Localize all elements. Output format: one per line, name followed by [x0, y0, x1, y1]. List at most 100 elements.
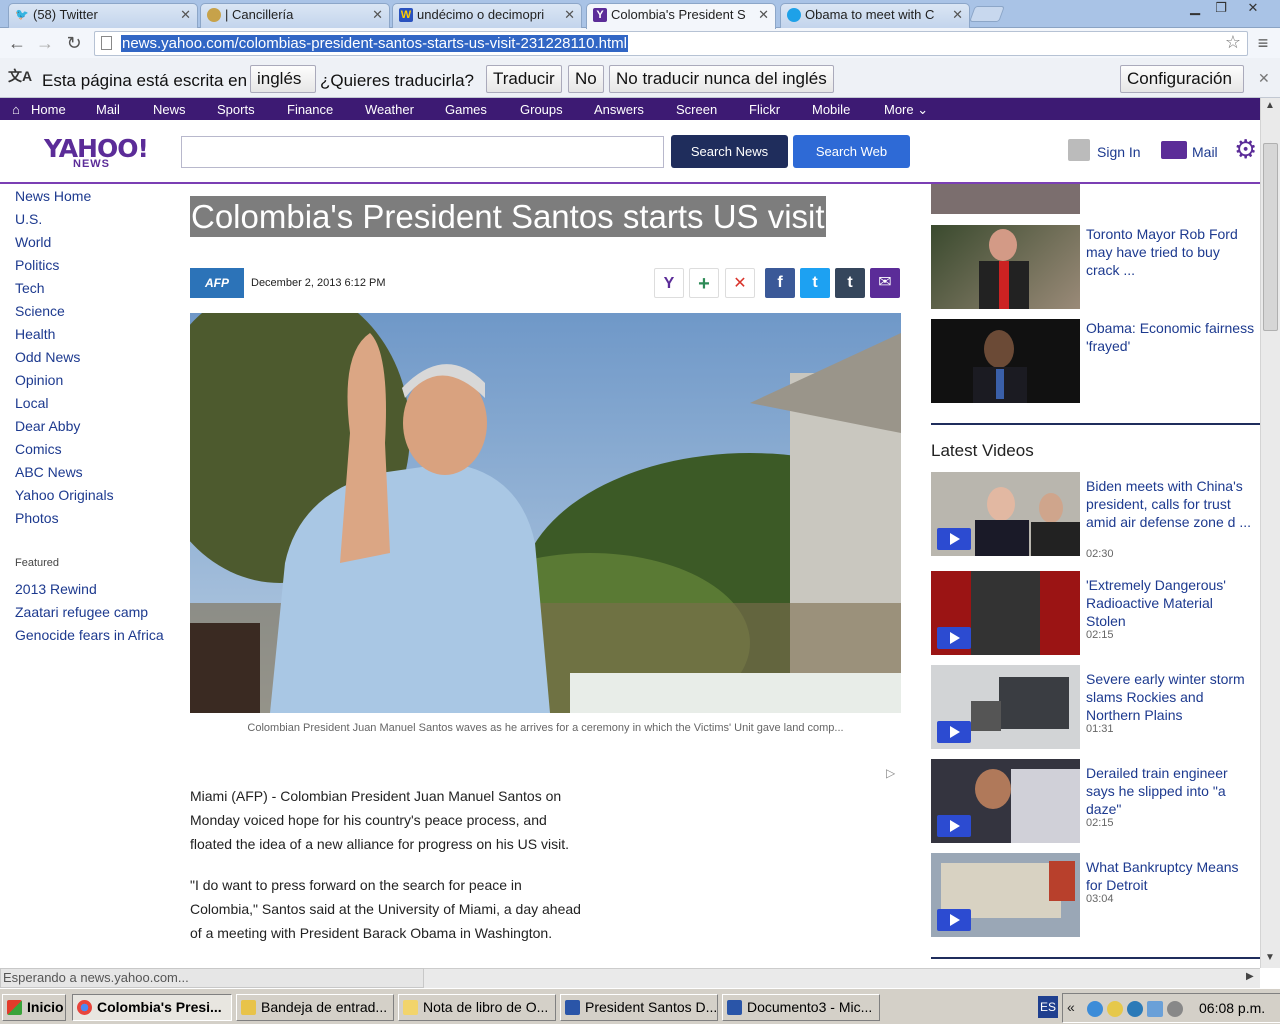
- star-icon[interactable]: ☆: [1225, 32, 1241, 53]
- left-nav-item[interactable]: Comics: [15, 441, 62, 457]
- left-nav-item[interactable]: News Home: [15, 188, 91, 204]
- no-translate-button[interactable]: No: [568, 65, 604, 93]
- left-nav-item[interactable]: Opinion: [15, 372, 63, 388]
- story-title[interactable]: Obama: Economic fairness 'frayed': [1086, 319, 1256, 355]
- afp-logo[interactable]: AFP: [190, 268, 244, 298]
- play-icon[interactable]: [937, 627, 971, 649]
- nav-screen[interactable]: Screen: [676, 102, 717, 117]
- language-select[interactable]: inglés ▾: [250, 65, 316, 114]
- close-icon[interactable]: ✕: [952, 4, 963, 26]
- close-icon[interactable]: ✕: [180, 4, 191, 26]
- scroll-down-icon[interactable]: ▼: [1265, 952, 1275, 963]
- left-nav-item[interactable]: Photos: [15, 510, 59, 526]
- tray-expand-icon[interactable]: «: [1067, 999, 1075, 1015]
- sign-in-link[interactable]: Sign In: [1097, 144, 1141, 160]
- play-icon[interactable]: [937, 815, 971, 837]
- tray-monitor-icon[interactable]: [1147, 1001, 1163, 1017]
- menu-icon[interactable]: ≡: [1252, 32, 1274, 54]
- video-title[interactable]: Biden meets with China's president, call…: [1086, 477, 1256, 531]
- video-title[interactable]: Derailed train engineer says he slipped …: [1086, 764, 1256, 818]
- nav-news[interactable]: News: [153, 102, 186, 117]
- nav-weather[interactable]: Weather: [365, 102, 414, 117]
- left-nav-item[interactable]: Odd News: [15, 349, 80, 365]
- video-thumbnail[interactable]: [931, 759, 1080, 843]
- twitter-share-icon[interactable]: t: [800, 268, 830, 298]
- dismiss-icon[interactable]: ✕: [725, 268, 755, 298]
- scroll-right-icon[interactable]: ▶: [1246, 971, 1254, 982]
- featured-item[interactable]: Genocide fears in Africa: [15, 627, 164, 643]
- left-nav-item[interactable]: Tech: [15, 280, 45, 296]
- tray-mail-icon[interactable]: [1107, 1001, 1123, 1017]
- language-indicator[interactable]: ES: [1038, 996, 1058, 1018]
- video-thumbnail[interactable]: [931, 472, 1080, 556]
- video-thumbnail[interactable]: [931, 665, 1080, 749]
- nav-home[interactable]: Home: [31, 102, 66, 117]
- maximize-icon[interactable]: ❐: [1208, 0, 1234, 18]
- story-thumbnail[interactable]: [931, 319, 1080, 403]
- translate-button[interactable]: Traducir: [486, 65, 562, 93]
- nav-groups[interactable]: Groups: [520, 102, 563, 117]
- yahoo-share-icon[interactable]: Y: [654, 268, 684, 298]
- horizontal-scrollbar[interactable]: ▶: [424, 968, 1260, 988]
- left-nav-item[interactable]: Health: [15, 326, 55, 342]
- nav-answers[interactable]: Answers: [594, 102, 644, 117]
- left-nav-item[interactable]: Yahoo Originals: [15, 487, 114, 503]
- video-thumbnail[interactable]: [931, 571, 1080, 655]
- story-thumbnail-partial[interactable]: [931, 184, 1080, 214]
- facebook-icon[interactable]: f: [765, 268, 795, 298]
- translate-config-button[interactable]: Configuración ▾: [1120, 65, 1244, 114]
- search-news-button[interactable]: Search News: [671, 135, 788, 168]
- left-nav-item[interactable]: Science: [15, 303, 65, 319]
- nav-finance[interactable]: Finance: [287, 102, 333, 117]
- taskbar-word-2[interactable]: Documento3 - Mic...: [722, 994, 880, 1021]
- left-nav-item[interactable]: U.S.: [15, 211, 42, 227]
- scroll-up-icon[interactable]: ▲: [1265, 100, 1275, 111]
- search-web-button[interactable]: Search Web: [793, 135, 910, 168]
- ad-choices-icon[interactable]: ▷: [886, 766, 895, 780]
- new-tab-button[interactable]: [969, 6, 1005, 22]
- article-photo[interactable]: [190, 313, 901, 713]
- nav-mail[interactable]: Mail: [96, 102, 120, 117]
- video-title[interactable]: Severe early winter storm slams Rockies …: [1086, 670, 1256, 724]
- url-text[interactable]: news.yahoo.com/colombias-president-santo…: [121, 35, 628, 52]
- tray-network-icon[interactable]: [1087, 1001, 1103, 1017]
- tray-antivirus-icon[interactable]: [1127, 1001, 1143, 1017]
- tab-cancilleria[interactable]: | Cancillería ✕: [200, 3, 390, 28]
- story-thumbnail[interactable]: [931, 225, 1080, 309]
- never-translate-button[interactable]: No traducir nunca del inglés: [609, 65, 834, 93]
- nav-mobile[interactable]: Mobile: [812, 102, 850, 117]
- reload-icon[interactable]: ↻: [63, 32, 85, 54]
- left-nav-item[interactable]: Dear Abby: [15, 418, 80, 434]
- minimize-icon[interactable]: ▁: [1182, 0, 1208, 18]
- close-icon[interactable]: ✕: [564, 4, 575, 26]
- left-nav-item[interactable]: Politics: [15, 257, 59, 273]
- add-icon[interactable]: +: [689, 268, 719, 298]
- address-bar[interactable]: news.yahoo.com/colombias-president-santo…: [94, 31, 1248, 56]
- featured-item[interactable]: Zaatari refugee camp: [15, 604, 148, 620]
- forward-icon[interactable]: →: [34, 32, 56, 54]
- tab-wordreference[interactable]: W undécimo o decimopri ✕: [392, 3, 582, 28]
- search-input[interactable]: [181, 136, 664, 168]
- close-translate-icon[interactable]: ✕: [1258, 70, 1270, 87]
- gear-icon[interactable]: ⚙: [1234, 134, 1257, 165]
- tumblr-icon[interactable]: t: [835, 268, 865, 298]
- play-icon[interactable]: [937, 721, 971, 743]
- left-nav-item[interactable]: Local: [15, 395, 48, 411]
- video-title[interactable]: 'Extremely Dangerous' Radioactive Materi…: [1086, 576, 1256, 630]
- play-icon[interactable]: [937, 909, 971, 931]
- close-icon[interactable]: ✕: [372, 4, 383, 26]
- tab-twitter[interactable]: 🐦 (58) Twitter ✕: [8, 3, 198, 28]
- clock[interactable]: 06:08 p.m.: [1199, 1000, 1265, 1016]
- email-icon[interactable]: ✉: [870, 268, 900, 298]
- left-nav-item[interactable]: ABC News: [15, 464, 83, 480]
- taskbar-note[interactable]: Nota de libro de O...: [398, 994, 556, 1021]
- window-close-icon[interactable]: ✕: [1240, 0, 1266, 18]
- taskbar-outlook[interactable]: Bandeja de entrad...: [236, 994, 394, 1021]
- video-thumbnail[interactable]: [931, 853, 1080, 937]
- play-icon[interactable]: [937, 528, 971, 550]
- taskbar-word-1[interactable]: President Santos D...: [560, 994, 718, 1021]
- back-icon[interactable]: ←: [6, 32, 28, 54]
- tab-yahoo-article[interactable]: Y Colombia's President S ✕: [586, 3, 776, 29]
- tray-volume-icon[interactable]: [1167, 1001, 1183, 1017]
- tab-obama[interactable]: Obama to meet with C ✕: [780, 3, 970, 28]
